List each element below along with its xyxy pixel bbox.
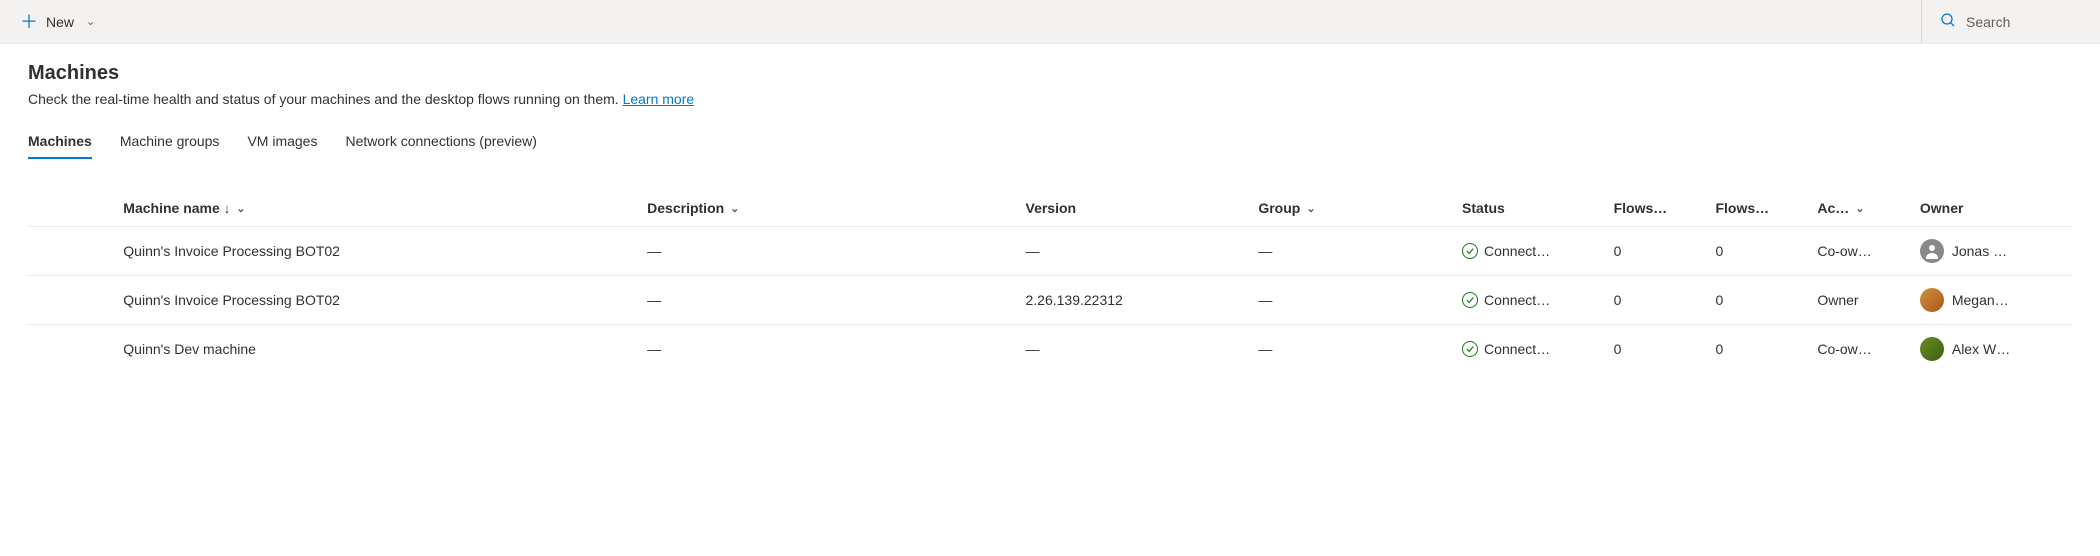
cell-group: — xyxy=(1250,276,1454,325)
col-header-label: Flows… xyxy=(1715,200,1769,216)
status-ok-icon xyxy=(1462,243,1478,259)
tab-network-connections[interactable]: Network connections (preview) xyxy=(345,125,536,159)
chevron-down-icon: ⌄ xyxy=(1855,202,1864,215)
cell-owner[interactable]: Megan… xyxy=(1912,276,2072,325)
table-row[interactable]: Quinn's Invoice Processing BOT02—2.26.13… xyxy=(28,276,2072,325)
tab-machine-groups[interactable]: Machine groups xyxy=(120,125,220,159)
search-icon xyxy=(1940,12,1956,31)
page-subtitle: Check the real-time health and status of… xyxy=(28,91,2072,107)
cell-access: Owner xyxy=(1809,276,1912,325)
col-header-label: Machine name xyxy=(123,200,219,216)
tab-vm-images[interactable]: VM images xyxy=(247,125,317,159)
col-header-label: Owner xyxy=(1920,200,1964,216)
col-header-name[interactable]: Machine name ↓ ⌄ xyxy=(115,190,639,227)
tab-label: Network connections (preview) xyxy=(345,133,536,149)
machines-table: Machine name ↓ ⌄ Description ⌄ Version G… xyxy=(28,190,2072,373)
tab-label: Machines xyxy=(28,133,92,149)
owner-name: Jonas … xyxy=(1952,243,2007,259)
row-spacer xyxy=(28,325,115,374)
col-header-label: Flows… xyxy=(1614,200,1668,216)
tab-machines[interactable]: Machines xyxy=(28,125,92,159)
cell-machine-name[interactable]: Quinn's Dev machine xyxy=(115,325,639,374)
cell-group: — xyxy=(1250,227,1454,276)
cell-flows-2: 0 xyxy=(1707,276,1809,325)
cell-status: Connect… xyxy=(1454,227,1606,276)
search-input[interactable] xyxy=(1966,14,2086,30)
col-header-access[interactable]: Ac… ⌄ xyxy=(1809,190,1912,227)
cell-status: Connect… xyxy=(1454,325,1606,374)
cell-description: — xyxy=(639,325,1017,374)
page-content: Machines Check the real-time health and … xyxy=(0,44,2100,373)
cell-description: — xyxy=(639,227,1017,276)
avatar xyxy=(1920,239,1944,263)
col-header-flows-1[interactable]: Flows… xyxy=(1606,190,1708,227)
owner-name: Megan… xyxy=(1952,292,2009,308)
table-header-row: Machine name ↓ ⌄ Description ⌄ Version G… xyxy=(28,190,2072,227)
cell-access: Co-ow… xyxy=(1809,325,1912,374)
cell-version: — xyxy=(1018,227,1251,276)
top-command-bar: ＋ New ⌄ xyxy=(0,0,2100,44)
row-spacer xyxy=(28,276,115,325)
avatar xyxy=(1920,337,1944,361)
learn-more-link[interactable]: Learn more xyxy=(623,91,695,107)
row-spacer xyxy=(28,227,115,276)
status-ok-icon xyxy=(1462,341,1478,357)
status-text: Connect… xyxy=(1484,341,1550,357)
cell-group: — xyxy=(1250,325,1454,374)
cell-owner[interactable]: Alex W… xyxy=(1912,325,2072,374)
table-row[interactable]: Quinn's Invoice Processing BOT02———Conne… xyxy=(28,227,2072,276)
page-title: Machines xyxy=(28,62,2072,85)
chevron-down-icon: ⌄ xyxy=(730,202,739,215)
cell-version: — xyxy=(1018,325,1251,374)
status-text: Connect… xyxy=(1484,243,1550,259)
search-area[interactable] xyxy=(1921,0,2086,43)
col-header-label: Version xyxy=(1026,200,1077,216)
col-header-description[interactable]: Description ⌄ xyxy=(639,190,1017,227)
cell-description: — xyxy=(639,276,1017,325)
new-button[interactable]: ＋ New ⌄ xyxy=(14,9,101,35)
col-header-owner[interactable]: Owner xyxy=(1912,190,2072,227)
cell-flows-2: 0 xyxy=(1707,227,1809,276)
plus-icon: ＋ xyxy=(20,13,38,31)
cell-machine-name[interactable]: Quinn's Invoice Processing BOT02 xyxy=(115,227,639,276)
avatar xyxy=(1920,288,1944,312)
col-header-label: Description xyxy=(647,200,724,216)
sort-down-icon: ↓ xyxy=(224,201,231,216)
col-header-flows-2[interactable]: Flows… xyxy=(1707,190,1809,227)
cell-status: Connect… xyxy=(1454,276,1606,325)
chevron-down-icon: ⌄ xyxy=(86,15,95,28)
owner-name: Alex W… xyxy=(1952,341,2010,357)
cell-machine-name[interactable]: Quinn's Invoice Processing BOT02 xyxy=(115,276,639,325)
new-button-label: New xyxy=(46,14,74,30)
cell-flows-2: 0 xyxy=(1707,325,1809,374)
col-header-version[interactable]: Version xyxy=(1018,190,1251,227)
cell-access: Co-ow… xyxy=(1809,227,1912,276)
tab-label: VM images xyxy=(247,133,317,149)
cell-flows-1: 0 xyxy=(1606,227,1708,276)
col-header-group[interactable]: Group ⌄ xyxy=(1250,190,1454,227)
cell-version: 2.26.139.22312 xyxy=(1018,276,1251,325)
tabs: Machines Machine groups VM images Networ… xyxy=(28,125,2072,160)
col-header-label: Group xyxy=(1258,200,1300,216)
col-header-status[interactable]: Status xyxy=(1454,190,1606,227)
col-header-label: Ac… xyxy=(1817,200,1849,216)
tab-label: Machine groups xyxy=(120,133,220,149)
chevron-down-icon: ⌄ xyxy=(1306,202,1315,215)
status-ok-icon xyxy=(1462,292,1478,308)
col-header-label: Status xyxy=(1462,200,1505,216)
subtitle-text: Check the real-time health and status of… xyxy=(28,91,623,107)
table-row[interactable]: Quinn's Dev machine———Connect…00Co-ow…Al… xyxy=(28,325,2072,374)
chevron-down-icon: ⌄ xyxy=(236,202,245,215)
cell-flows-1: 0 xyxy=(1606,276,1708,325)
status-text: Connect… xyxy=(1484,292,1550,308)
cell-owner[interactable]: Jonas … xyxy=(1912,227,2072,276)
cell-flows-1: 0 xyxy=(1606,325,1708,374)
